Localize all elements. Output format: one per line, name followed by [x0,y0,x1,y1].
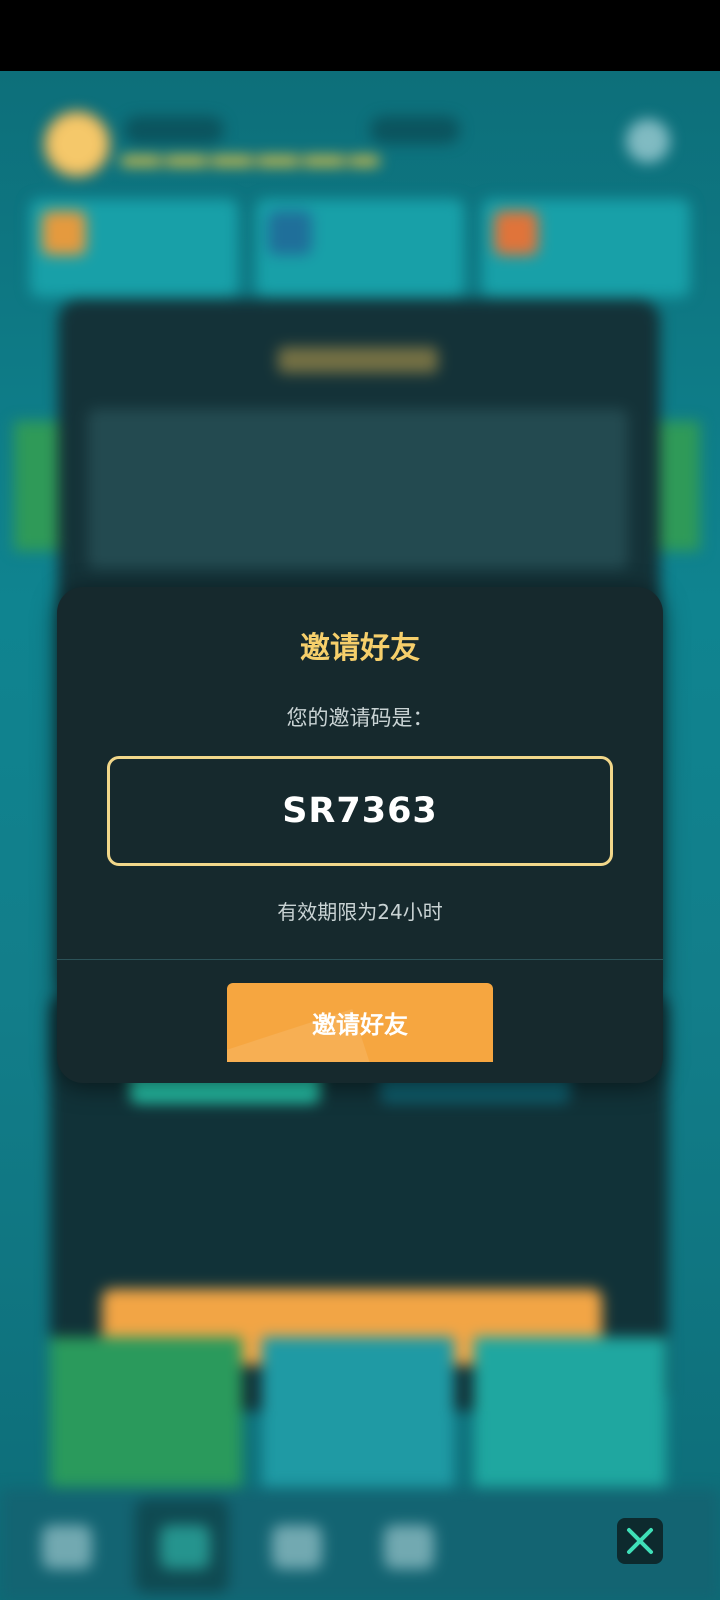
invite-friend-button-label: 邀请好友 [312,1011,408,1039]
resource-pill [124,116,224,144]
compass-icon [272,1525,322,1569]
heart-icon [384,1525,434,1569]
top-card [256,199,464,297]
shield-icon [160,1525,210,1569]
invite-friend-modal: 邀请好友 您的邀请码是： SR7363 有效期限为24小时 邀请好友 [57,587,663,1083]
top-card [30,199,238,297]
resource-pill [370,116,460,144]
gear-icon [626,119,670,163]
bottom-nav-bar [0,1489,720,1600]
modal-title: 邀请好友 [300,631,420,666]
top-card [482,199,690,297]
bottom-card [50,1337,242,1487]
status-bar [0,0,720,71]
experience-bar [120,156,380,166]
invite-code-box[interactable]: SR7363 [107,756,613,866]
close-button[interactable] [617,1518,663,1564]
bottom-card [262,1337,454,1487]
invite-code-label: 您的邀请码是： [286,706,434,730]
invite-friend-button[interactable]: 邀请好友 [227,983,493,1062]
player-avatar [44,111,110,177]
bottom-card [474,1337,666,1487]
close-icon [627,1528,653,1554]
validity-note: 有效期限为24小时 [277,900,443,924]
invite-code: SR7363 [282,791,438,831]
warning-icon [42,1525,92,1569]
divider [57,959,663,960]
